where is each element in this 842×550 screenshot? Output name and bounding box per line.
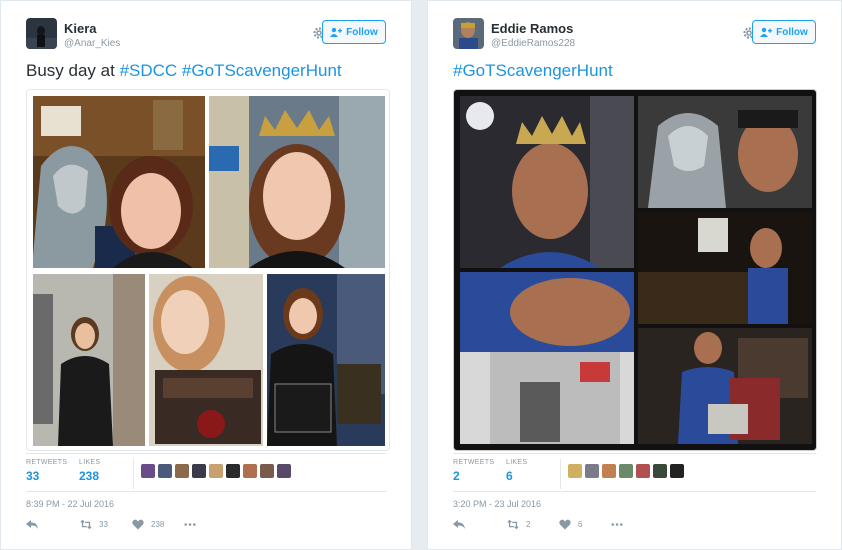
like-button[interactable]: 6 [559, 519, 582, 530]
tweet-timestamp[interactable]: 8:39 PM - 22 Jul 2016 [26, 499, 114, 509]
tweet-actions: 2 6 [453, 519, 653, 533]
liker-avatar[interactable] [568, 464, 582, 478]
follow-button[interactable]: Follow [752, 20, 816, 44]
photo[interactable] [209, 96, 385, 268]
liker-avatar[interactable] [175, 464, 189, 478]
follow-label: Follow [776, 26, 808, 38]
follow-label: Follow [346, 26, 378, 38]
divider [453, 491, 816, 492]
photo-mosaic [26, 89, 390, 451]
retweet-icon [507, 519, 519, 530]
divider [453, 453, 816, 454]
retweets-label: RETWEETS [26, 459, 68, 466]
heart-icon [132, 519, 144, 530]
retweet-button[interactable]: 33 [80, 519, 108, 530]
more-icon [184, 523, 196, 526]
more-button[interactable] [184, 519, 196, 530]
likes-count: 6 [506, 469, 513, 483]
retweets-count: 33 [26, 469, 40, 483]
liker-avatar[interactable] [260, 464, 274, 478]
liker-avatars [141, 464, 291, 478]
liker-avatar[interactable] [585, 464, 599, 478]
liker-avatar[interactable] [192, 464, 206, 478]
add-user-icon [330, 27, 343, 37]
follow-button[interactable]: Follow [322, 20, 386, 44]
photo[interactable] [149, 274, 263, 446]
liker-avatars [568, 464, 684, 478]
likes-label: LIKES [506, 459, 528, 466]
liker-avatar[interactable] [209, 464, 223, 478]
retweets-label: RETWEETS [453, 459, 495, 466]
divider [26, 453, 386, 454]
retweet-button[interactable]: 2 [507, 519, 530, 530]
like-count: 238 [151, 520, 165, 529]
likes-stat[interactable]: LIKES 238 [79, 459, 100, 483]
liker-avatar[interactable] [141, 464, 155, 478]
hashtag-link[interactable]: #GoTScavengerHunt [182, 61, 342, 80]
heart-icon [559, 519, 571, 530]
more-icon [611, 523, 623, 526]
photo[interactable] [460, 272, 634, 444]
liker-avatar[interactable] [619, 464, 633, 478]
likes-label: LIKES [79, 459, 101, 466]
user-handle[interactable]: @Anar_Kies [64, 38, 120, 49]
likes-stat[interactable]: LIKES 6 [506, 459, 527, 483]
retweet-count: 2 [526, 520, 531, 529]
reply-button[interactable] [26, 519, 38, 530]
add-user-icon [760, 27, 773, 37]
tweet-card-eddie-ramos: Eddie Ramos @EddieRamos228 Follow #GoTSc… [427, 0, 842, 550]
tweet-timestamp[interactable]: 3:20 PM - 23 Jul 2016 [453, 499, 541, 509]
photo-mosaic [453, 89, 817, 451]
reply-button[interactable] [453, 519, 465, 530]
user-name[interactable]: Eddie Ramos [491, 21, 573, 36]
divider [133, 459, 134, 489]
liker-avatar[interactable] [636, 464, 650, 478]
photo[interactable] [460, 96, 634, 268]
avatar[interactable] [453, 18, 484, 49]
retweets-stat[interactable]: RETWEETS 33 [26, 459, 67, 483]
photo[interactable] [267, 274, 385, 446]
tweet-card-kiera: Kiera @Anar_Kies Follow Busy day at #SDC… [0, 0, 412, 550]
retweet-count: 33 [99, 520, 108, 529]
hashtag-link[interactable]: #GoTScavengerHunt [453, 61, 613, 80]
divider [26, 491, 386, 492]
likes-count: 238 [79, 469, 100, 483]
avatar[interactable] [26, 18, 57, 49]
tweet-text: #GoTScavengerHunt [453, 61, 613, 81]
liker-avatar[interactable] [243, 464, 257, 478]
tweet-header: Eddie Ramos @EddieRamos228 Follow [453, 18, 816, 52]
liker-avatar[interactable] [158, 464, 172, 478]
photo[interactable] [33, 96, 205, 268]
liker-avatar[interactable] [670, 464, 684, 478]
reply-icon [26, 520, 38, 529]
liker-avatar[interactable] [602, 464, 616, 478]
liker-avatar[interactable] [226, 464, 240, 478]
liker-avatar[interactable] [277, 464, 291, 478]
reply-icon [453, 520, 465, 529]
more-button[interactable] [611, 519, 623, 530]
photo[interactable] [33, 274, 145, 446]
photo[interactable] [638, 212, 812, 324]
liker-avatar[interactable] [653, 464, 667, 478]
divider [560, 459, 561, 489]
like-button[interactable]: 238 [132, 519, 164, 530]
user-name[interactable]: Kiera [64, 21, 97, 36]
user-handle[interactable]: @EddieRamos228 [491, 38, 575, 49]
retweets-count: 2 [453, 469, 460, 483]
hashtag-link[interactable]: #SDCC [120, 61, 178, 80]
photo[interactable] [638, 96, 812, 208]
retweets-stat[interactable]: RETWEETS 2 [453, 459, 494, 483]
photo[interactable] [638, 328, 812, 444]
tweet-text: Busy day at #SDCC #GoTScavengerHunt [26, 61, 342, 81]
tweet-actions: 33 238 [26, 519, 226, 533]
tweet-header: Kiera @Anar_Kies Follow [26, 18, 386, 52]
like-count: 6 [578, 520, 583, 529]
retweet-icon [80, 519, 92, 530]
tweet-text-prefix: Busy day at [26, 61, 120, 80]
